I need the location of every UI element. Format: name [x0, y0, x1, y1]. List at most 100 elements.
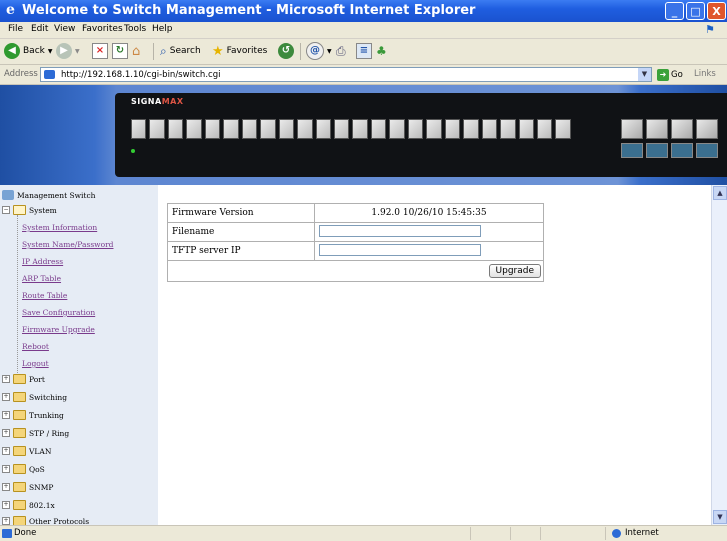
- minimize-button[interactable]: _: [665, 2, 684, 20]
- folder-open-icon: [13, 205, 26, 215]
- edit-button[interactable]: ≡: [356, 43, 372, 59]
- toolbar-divider: [300, 43, 301, 60]
- links-button[interactable]: Links: [694, 69, 716, 79]
- collapse-icon[interactable]: −: [2, 206, 10, 214]
- print-button[interactable]: ⎙: [336, 43, 346, 59]
- expand-icon[interactable]: +: [2, 501, 10, 509]
- combo-port: [621, 143, 643, 158]
- mail-button[interactable]: @ ▼: [306, 42, 332, 60]
- scroll-down-icon[interactable]: ▼: [713, 510, 727, 524]
- switch-port: [204, 119, 221, 139]
- folder-icon: [13, 374, 26, 384]
- switch-port: [167, 119, 184, 139]
- scroll-up-icon[interactable]: ▲: [713, 186, 727, 200]
- tree-folder-trunking[interactable]: + Trunking: [2, 410, 64, 420]
- go-label: Go: [671, 69, 683, 80]
- forward-dropdown-icon: ▼: [75, 47, 80, 55]
- folder-label: QoS: [29, 464, 45, 474]
- stop-button[interactable]: ×: [92, 43, 108, 59]
- address-dropdown-icon[interactable]: ▼: [638, 68, 651, 81]
- tree-folder-vlan[interactable]: + VLAN: [2, 446, 51, 456]
- tree-folder-snmp[interactable]: + SNMP: [2, 482, 53, 492]
- tree-folder-port[interactable]: + Port: [2, 374, 45, 384]
- link-logout[interactable]: Logout: [22, 359, 49, 368]
- tree-root-label: Management Switch: [17, 190, 96, 200]
- expand-icon[interactable]: +: [2, 375, 10, 383]
- link-route-table[interactable]: Route Table: [22, 291, 67, 300]
- status-divider: [510, 527, 511, 540]
- expand-icon[interactable]: +: [2, 429, 10, 437]
- address-input[interactable]: http://192.168.1.10/cgi-bin/switch.cgi ▼: [40, 67, 652, 82]
- switch-port: [297, 119, 313, 139]
- back-arrow-icon: ◀: [4, 43, 20, 59]
- tree-connector: [17, 215, 18, 373]
- link-save-configuration[interactable]: Save Configuration: [22, 308, 95, 317]
- expand-icon[interactable]: +: [2, 517, 10, 525]
- maximize-button[interactable]: □: [686, 2, 705, 20]
- link-ip-address[interactable]: IP Address: [22, 257, 63, 266]
- folder-label: System: [29, 205, 57, 215]
- link-system-name-password[interactable]: System Name/Password: [22, 240, 113, 249]
- link-firmware-upgrade[interactable]: Firmware Upgrade: [22, 325, 95, 334]
- forward-arrow-icon: ▶: [56, 43, 72, 59]
- go-button[interactable]: ➜ Go: [657, 68, 683, 81]
- history-button[interactable]: ↺: [278, 43, 294, 59]
- close-button[interactable]: X: [707, 2, 726, 20]
- switch-port: [370, 119, 387, 139]
- menu-help[interactable]: Help: [152, 24, 173, 34]
- tree-folder-8021x[interactable]: + 802.1x: [2, 500, 55, 510]
- expand-icon[interactable]: +: [2, 483, 10, 491]
- switch-port: [500, 119, 516, 139]
- status-text: Done: [14, 528, 37, 538]
- folder-icon: [13, 464, 26, 474]
- forward-button[interactable]: ▶ ▼: [56, 43, 80, 59]
- firmware-version-value: 1.92.0 10/26/10 15:45:35: [314, 203, 544, 223]
- switch-port: [223, 119, 239, 139]
- menu-favorites[interactable]: Favorites: [82, 24, 123, 34]
- folder-label: Trunking: [29, 410, 64, 420]
- messenger-button[interactable]: ♣: [376, 43, 387, 59]
- tree-root[interactable]: Management Switch: [2, 190, 95, 200]
- back-button[interactable]: ◀ Back ▼: [4, 43, 52, 59]
- expand-icon[interactable]: +: [2, 447, 10, 455]
- link-system-information[interactable]: System Information: [22, 223, 97, 232]
- expand-icon[interactable]: +: [2, 465, 10, 473]
- page-done-icon: [2, 529, 12, 538]
- status-divider: [540, 527, 541, 540]
- filename-input[interactable]: [319, 225, 481, 238]
- edit-page-icon: ≡: [356, 43, 372, 59]
- tree-folder-qos[interactable]: + QoS: [2, 464, 45, 474]
- menu-file[interactable]: File: [8, 24, 23, 34]
- link-reboot[interactable]: Reboot: [22, 342, 49, 351]
- menu-view[interactable]: View: [54, 24, 75, 34]
- combo-port: [646, 143, 668, 158]
- expand-icon[interactable]: +: [2, 393, 10, 401]
- tree-folder-switching[interactable]: + Switching: [2, 392, 67, 402]
- tree-folder-system[interactable]: − System: [2, 205, 57, 215]
- menu-tools[interactable]: Tools: [124, 24, 146, 34]
- history-icon: ↺: [278, 43, 294, 59]
- vertical-scrollbar[interactable]: ▲ ▼: [711, 185, 727, 525]
- port-row: [131, 119, 571, 147]
- home-button[interactable]: ⌂: [132, 43, 140, 59]
- expand-icon[interactable]: +: [2, 411, 10, 419]
- menu-bar: File Edit View Favorites Tools Help ⚑: [0, 22, 727, 39]
- menu-edit[interactable]: Edit: [31, 24, 48, 34]
- refresh-button[interactable]: ↻: [112, 43, 128, 59]
- firmware-upgrade-table: Firmware Version 1.92.0 10/26/10 15:45:3…: [167, 203, 544, 282]
- security-zone: Internet: [625, 528, 659, 538]
- windows-flag-icon: ⚑: [705, 23, 715, 36]
- tree-folder-stp-ring[interactable]: + STP / Ring: [2, 428, 69, 438]
- window-title: Welcome to Switch Management - Microsoft…: [22, 3, 476, 18]
- switch-port: [352, 119, 368, 139]
- tftp-server-input[interactable]: [319, 244, 481, 257]
- favorites-label: Favorites: [226, 46, 268, 56]
- link-arp-table[interactable]: ARP Table: [22, 274, 61, 283]
- favorites-button[interactable]: ★ Favorites: [212, 43, 267, 59]
- address-label: Address: [4, 69, 38, 79]
- upgrade-button[interactable]: Upgrade: [488, 264, 541, 278]
- search-button[interactable]: ⌕ Search: [160, 43, 201, 59]
- switch-port: [186, 119, 202, 139]
- filename-label: Filename: [167, 222, 315, 242]
- mail-icon: @: [306, 42, 324, 60]
